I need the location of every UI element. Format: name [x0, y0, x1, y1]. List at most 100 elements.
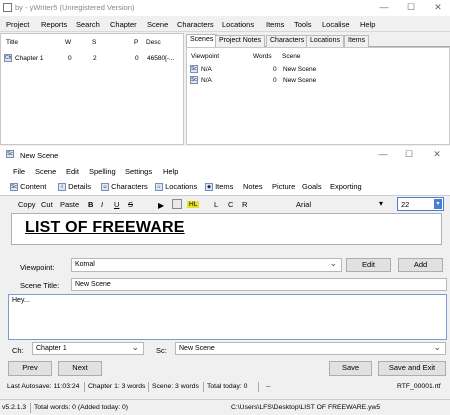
col-words[interactable]: Words — [253, 53, 272, 60]
file-path-status: C:\Users\LFS\Desktop\LIST OF FREEWARE.yw… — [231, 404, 381, 411]
main-title-bar: by - yWriter5 (Unregistered Version) — ☐… — [0, 0, 450, 16]
col-s[interactable]: S — [92, 39, 96, 46]
font-chevron-icon[interactable]: ▾ — [379, 199, 383, 208]
tab-goals[interactable]: Goals — [302, 182, 322, 191]
close-button[interactable]: ✕ — [431, 2, 445, 13]
autosave-status: Last Autosave: 11:03:24 — [7, 383, 80, 390]
menu-reports[interactable]: Reports — [41, 20, 67, 29]
col-viewpoint[interactable]: Viewpoint — [191, 53, 219, 60]
dmenu-edit[interactable]: Edit — [66, 167, 79, 176]
dialog-title-bar: Sc New Scene — ☐ ✕ — [0, 146, 450, 164]
font-size-chevron-icon[interactable]: ▾ — [434, 199, 442, 209]
col-title[interactable]: Title — [6, 39, 18, 46]
tab-dialog-characters[interactable]: ☺ Characters — [101, 182, 148, 192]
menu-locations[interactable]: Locations — [222, 20, 254, 29]
scene-list[interactable]: Viewpoint Words Scene Sc N/A 0 New Scene… — [186, 47, 450, 145]
col-scene[interactable]: Scene — [282, 53, 300, 60]
align-left-button[interactable]: L — [214, 200, 218, 209]
table-row[interactable]: Ch Chapter 1 0 2 0 46580[-... — [2, 54, 183, 64]
cut-button[interactable]: Cut — [41, 200, 53, 209]
table-row[interactable]: Sc N/A 0 New Scene — [190, 65, 448, 75]
window-title: by - yWriter5 (Unregistered Version) — [15, 3, 135, 12]
play-icon[interactable]: ▶ — [158, 201, 164, 210]
menu-tools[interactable]: Tools — [294, 20, 312, 29]
scene-icon: Sc — [190, 65, 198, 73]
dialog-maximize-button[interactable]: ☐ — [402, 149, 416, 160]
scene-select-value: New Scene — [179, 345, 215, 352]
tab-dialog-items[interactable]: ◆ Items — [205, 182, 233, 192]
dmenu-settings[interactable]: Settings — [125, 167, 152, 176]
scene-select[interactable]: New Scene — [175, 342, 446, 355]
scene-title-label: Scene Title: — [20, 281, 60, 290]
font-select[interactable]: Arial — [296, 200, 311, 209]
scene-heading-box[interactable]: LIST OF FREEWARE — [11, 213, 442, 245]
menu-scene[interactable]: Scene — [147, 20, 168, 29]
col-w[interactable]: W — [65, 39, 71, 46]
right-tab-strip: Scenes Project Notes Characters Location… — [186, 33, 450, 47]
italic-button[interactable]: I — [101, 200, 103, 209]
maximize-button[interactable]: ☐ — [404, 2, 418, 13]
prev-button[interactable]: Prev — [8, 361, 52, 376]
chapter-list[interactable]: Title W S P Desc Ch Chapter 1 0 2 0 4658… — [0, 33, 184, 145]
scene-words: 0 — [273, 77, 277, 84]
menu-chapter[interactable]: Chapter — [110, 20, 137, 29]
scene-title-input[interactable]: New Scene — [71, 278, 447, 291]
format-toolbar: Copy Cut Paste B I U S ▶ HL L C R Arial … — [0, 197, 450, 213]
col-desc[interactable]: Desc — [146, 39, 161, 46]
chapter-s: 2 — [93, 55, 97, 62]
dialog-minimize-button[interactable]: — — [376, 149, 390, 159]
dmenu-help[interactable]: Help — [163, 167, 178, 176]
strike-button[interactable]: S — [128, 200, 133, 209]
align-right-button[interactable]: R — [242, 200, 247, 209]
highlight-color-icon[interactable] — [172, 199, 182, 209]
highlight-button[interactable]: HL — [187, 201, 200, 208]
scene-viewpoint: N/A — [201, 77, 212, 84]
dmenu-scene[interactable]: Scene — [35, 167, 56, 176]
menu-search[interactable]: Search — [76, 20, 100, 29]
col-p[interactable]: P — [134, 39, 138, 46]
menu-help[interactable]: Help — [360, 20, 375, 29]
chapter-select[interactable]: Chapter 1 — [32, 342, 144, 355]
viewpoint-select[interactable]: Komal — [71, 258, 342, 272]
tab-dialog-locations[interactable]: ⌂ Locations — [155, 182, 197, 192]
edit-button[interactable]: Edit — [346, 258, 391, 272]
tab-project-notes[interactable]: Project Notes — [215, 35, 266, 47]
tab-details[interactable]: i Details — [58, 182, 92, 192]
tab-content[interactable]: Sc Content — [10, 182, 46, 192]
dmenu-spelling[interactable]: Spelling — [89, 167, 116, 176]
dialog-close-button[interactable]: ✕ — [430, 149, 444, 160]
menu-items[interactable]: Items — [266, 20, 284, 29]
chapter-select-value: Chapter 1 — [36, 345, 67, 352]
tab-exporting[interactable]: Exporting — [330, 182, 362, 191]
scene-body-editor[interactable]: Hey... — [8, 294, 447, 340]
dialog-menu-bar: File Scene Edit Spelling Settings Help — [0, 164, 450, 178]
version-status: v5.2.1.3 — [2, 404, 27, 411]
tab-details-label: Details — [68, 182, 92, 191]
copy-button[interactable]: Copy — [18, 200, 36, 209]
tab-characters[interactable]: Characters — [266, 35, 309, 47]
menu-localise[interactable]: Localise — [322, 20, 350, 29]
total-words-status: Total words: 0 (Added today: 0) — [34, 404, 129, 411]
save-button[interactable]: Save — [329, 361, 372, 376]
next-button[interactable]: Next — [58, 361, 102, 376]
tab-notes[interactable]: Notes — [243, 182, 263, 191]
table-row[interactable]: Sc N/A 0 New Scene — [190, 76, 448, 86]
paste-button[interactable]: Paste — [60, 200, 79, 209]
tab-scenes[interactable]: Scenes — [186, 34, 218, 47]
dmenu-file[interactable]: File — [13, 167, 25, 176]
save-and-exit-button[interactable]: Save and Exit — [378, 361, 446, 376]
tab-locations[interactable]: Locations — [306, 35, 344, 47]
menu-characters[interactable]: Characters — [177, 20, 214, 29]
chapter-words-status: Chapter 1: 3 words — [88, 383, 146, 390]
bold-button[interactable]: B — [88, 200, 93, 209]
menu-project[interactable]: Project — [6, 20, 29, 29]
font-size-select[interactable]: 22 ▾ — [397, 197, 444, 211]
status-separator — [203, 382, 204, 392]
scene-viewpoint: N/A — [201, 66, 212, 73]
minimize-button[interactable]: — — [377, 2, 391, 12]
align-center-button[interactable]: C — [228, 200, 233, 209]
underline-button[interactable]: U — [114, 200, 119, 209]
add-button[interactable]: Add — [398, 258, 443, 272]
tab-picture[interactable]: Picture — [272, 182, 295, 191]
tab-items[interactable]: Items — [344, 35, 370, 47]
